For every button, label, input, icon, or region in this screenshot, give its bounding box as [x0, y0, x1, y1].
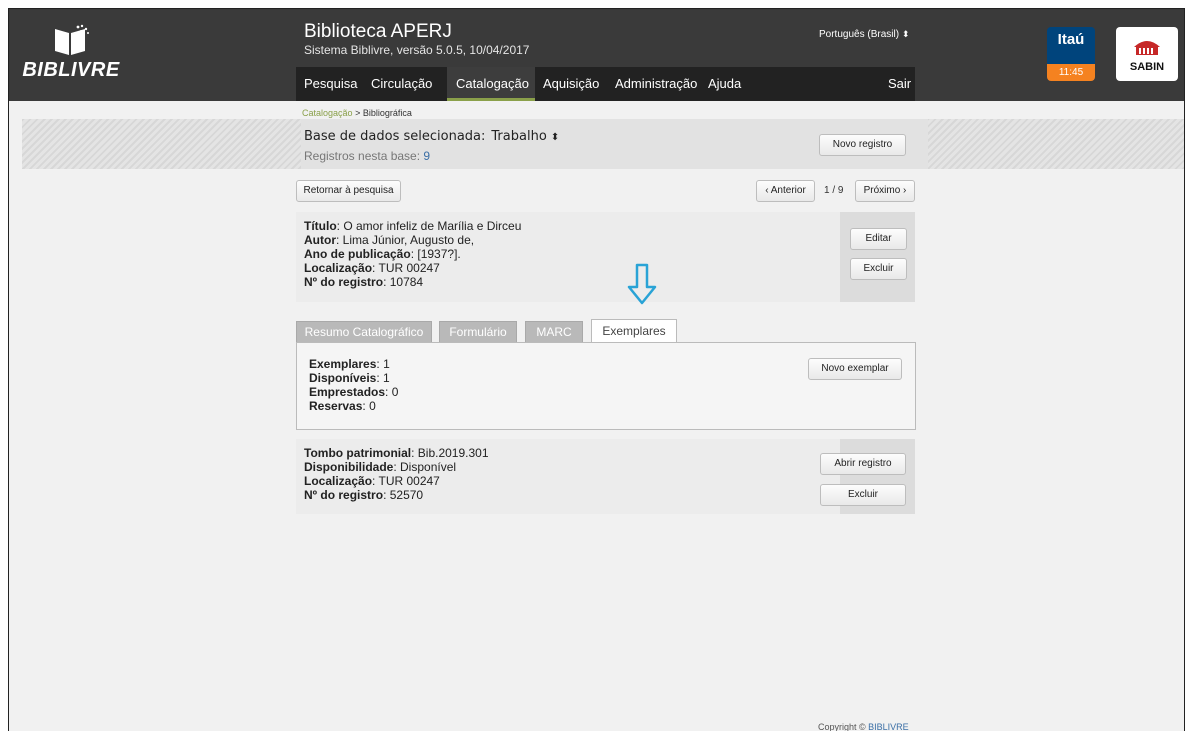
- database-selector[interactable]: Base de dados selecionada: Trabalho ⬍: [304, 129, 559, 144]
- tab-exemplares[interactable]: Exemplares: [591, 319, 677, 343]
- breadcrumb-link[interactable]: Catalogação: [302, 108, 353, 118]
- record-title: Título: O amor infeliz de Marília e Dirc…: [304, 219, 522, 233]
- itau-sponsor-logo: Itaú 11:45: [1047, 27, 1095, 81]
- biblivre-logo[interactable]: BIBLIVRE: [21, 23, 121, 83]
- record-actions-panel: [840, 212, 915, 302]
- footer: Copyright © BIBLIVRE: [818, 722, 909, 731]
- record-count-label: Registros nesta base:: [304, 149, 421, 163]
- tab-marc[interactable]: MARC: [525, 321, 583, 342]
- record-count-value: 9: [423, 149, 431, 163]
- field-label: Autor: [304, 233, 336, 247]
- field-label: Tombo patrimonial: [304, 446, 412, 460]
- back-to-search-button[interactable]: Retornar à pesquisa: [296, 180, 401, 202]
- field-label: Nº do registro: [304, 275, 384, 289]
- edit-record-button[interactable]: Editar: [850, 228, 907, 250]
- nav-item-catalogacao[interactable]: Catalogação: [456, 76, 529, 91]
- record-location: Localização: TUR 00247: [304, 261, 440, 275]
- open-holding-button[interactable]: Abrir registro: [820, 453, 906, 475]
- language-label: Português (Brasil): [819, 29, 900, 40]
- record-year: Ano de publicação: [1937?].: [304, 247, 461, 261]
- field-label: Exemplares: [309, 357, 377, 371]
- logo-text: BIBLIVRE: [22, 59, 120, 81]
- field-label: Localização: [304, 474, 373, 488]
- nav-item-administracao[interactable]: Administração: [615, 76, 697, 91]
- delete-record-button[interactable]: Excluir: [850, 258, 907, 280]
- main-nav: Pesquisa Circulação Catalogação Aquisiçã…: [296, 67, 915, 101]
- breadcrumb: Catalogação > Bibliográfica: [302, 108, 412, 118]
- field-label: Ano de publicação: [304, 247, 411, 261]
- field-value: 0: [369, 399, 376, 413]
- field-value: O amor infeliz de Marília e Dirceu: [343, 219, 522, 233]
- itau-time: 11:45: [1047, 64, 1095, 81]
- holding-location: Localização: TUR 00247: [304, 474, 440, 488]
- loaned-count: Emprestados: 0: [309, 385, 399, 399]
- field-value: TUR 00247: [378, 474, 440, 488]
- field-value: [1937?].: [417, 247, 461, 261]
- field-value: Disponível: [400, 460, 457, 474]
- itau-name: Itaú: [1057, 31, 1085, 48]
- tab-resumo-catalografico[interactable]: Resumo Catalográfico: [296, 321, 432, 342]
- record-count: Registros nesta base: 9: [304, 149, 430, 163]
- nav-item-circulacao[interactable]: Circulação: [371, 76, 432, 91]
- app-subtitle: Sistema Biblivre, versão 5.0.5, 10/04/20…: [304, 43, 530, 57]
- language-selector[interactable]: Português (Brasil) ⬍: [819, 29, 910, 40]
- reserved-count: Reservas: 0: [309, 399, 376, 413]
- biblivre-link[interactable]: BIBLIVRE: [868, 722, 909, 731]
- nav-item-aquisicao[interactable]: Aquisição: [543, 76, 599, 91]
- field-label: Disponibilidade: [304, 460, 394, 474]
- field-label: Localização: [304, 261, 373, 275]
- book-logo-icon: [55, 24, 89, 55]
- field-label: Emprestados: [309, 385, 386, 399]
- holding-availability: Disponibilidade: Disponível: [304, 460, 457, 474]
- field-value: 0: [391, 385, 399, 399]
- header: BIBLIVRE Biblioteca APERJ Sistema Bibliv…: [9, 9, 1184, 101]
- breadcrumb-separator: >: [355, 108, 361, 118]
- app-title: Biblioteca APERJ: [304, 21, 452, 42]
- holding-tombo: Tombo patrimonial: Bib.2019.301: [304, 446, 489, 460]
- page-position: 1 / 9: [824, 185, 844, 196]
- field-label: Título: [304, 219, 337, 233]
- sort-caret-icon: ⬍: [550, 132, 560, 143]
- logout-link[interactable]: Sair: [888, 76, 911, 91]
- field-value: TUR 00247: [378, 261, 440, 275]
- breadcrumb-current: Bibliográfica: [362, 108, 412, 118]
- field-value: 52570: [389, 488, 424, 502]
- new-record-button[interactable]: Novo registro: [819, 134, 906, 156]
- field-value: 1: [383, 371, 390, 385]
- holding-number: Nº do registro: 52570: [304, 488, 424, 502]
- sort-caret-icon: ⬍: [902, 29, 910, 39]
- new-copy-button[interactable]: Novo exemplar: [808, 358, 902, 380]
- database-band: [22, 119, 1184, 169]
- record-number: Nº do registro: 10784: [304, 275, 424, 289]
- database-value: Trabalho: [491, 129, 547, 144]
- field-label: Disponíveis: [309, 371, 377, 385]
- sabin-mark-icon: [1134, 41, 1160, 55]
- field-value: 1: [383, 357, 390, 371]
- field-value: Bib.2019.301: [417, 446, 489, 460]
- previous-button[interactable]: ‹ Anterior: [756, 180, 815, 202]
- database-label: Base de dados selecionada:: [304, 129, 486, 144]
- nav-item-pesquisa[interactable]: Pesquisa: [304, 76, 357, 91]
- nav-item-ajuda[interactable]: Ajuda: [708, 76, 741, 91]
- record-author: Autor: Lima Júnior, Augusto de,: [304, 233, 475, 247]
- copyright-text: Copyright ©: [818, 722, 866, 731]
- down-arrow-annotation-icon: [627, 263, 657, 305]
- next-button[interactable]: Próximo ›: [855, 180, 915, 202]
- available-count: Disponíveis: 1: [309, 371, 390, 385]
- delete-holding-button[interactable]: Excluir: [820, 484, 906, 506]
- app-window: BIBLIVRE Biblioteca APERJ Sistema Bibliv…: [8, 8, 1185, 731]
- field-value: Lima Júnior, Augusto de,: [342, 233, 475, 247]
- sabin-sponsor-logo: SABIN: [1116, 27, 1178, 81]
- copies-count: Exemplares: 1: [309, 357, 390, 371]
- field-value: 10784: [389, 275, 424, 289]
- sabin-name: SABIN: [1129, 61, 1165, 73]
- field-label: Reservas: [309, 399, 363, 413]
- tab-formulario[interactable]: Formulário: [439, 321, 517, 342]
- field-label: Nº do registro: [304, 488, 384, 502]
